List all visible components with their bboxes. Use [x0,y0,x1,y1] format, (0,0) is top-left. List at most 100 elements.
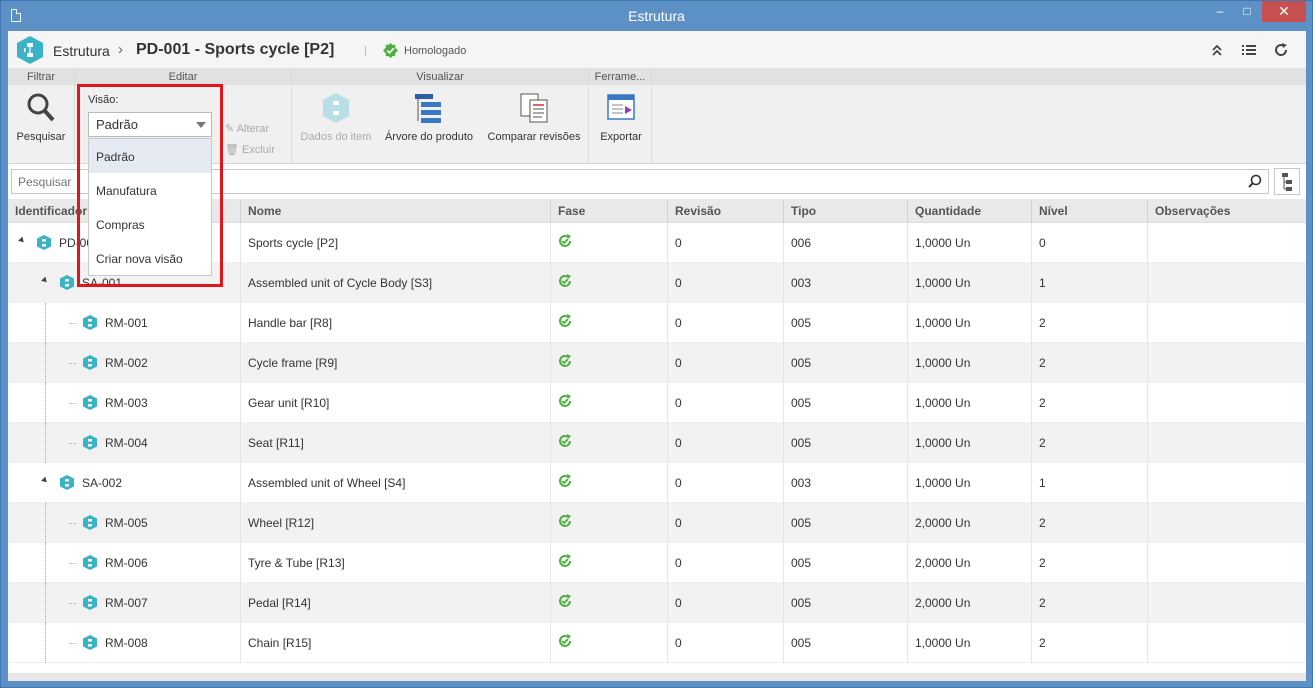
close-button[interactable]: ✕ [1262,1,1306,22]
table-row[interactable]: SA-002 Assembled unit of Wheel [S4] 0 003 1,… [8,463,1306,503]
client-area: Estrutura › PD-001 - Sports cycle [P2] H… [8,31,1306,681]
item-node-icon [83,635,97,650]
cell-name: Chain [R15] [241,623,551,663]
cell-identificador: RM-004 [8,423,241,463]
search-icon[interactable] [1248,174,1262,188]
item-node-icon [60,475,74,490]
tree-guide-line [45,583,46,623]
alterar-button[interactable]: ✎ Alterar [225,122,269,135]
refresh-icon[interactable] [1273,42,1289,58]
cell-identificador: RM-008 [8,623,241,663]
table-row[interactable]: RM-006 Tyre & Tube [R13] 0 005 2,0000 Un 2 [8,543,1306,583]
maximize-button[interactable]: □ [1234,1,1260,22]
col-observacoes[interactable]: Observações [1148,199,1306,223]
cell-name: Seat [R11] [241,423,551,463]
exportar-button[interactable]: Exportar [594,91,648,143]
cell-nivel: 2 [1032,503,1148,543]
col-nome[interactable]: Nome [241,199,551,223]
cell-nivel: 2 [1032,543,1148,583]
breadcrumb-root[interactable]: Estrutura [53,43,110,59]
expand-toggle-icon[interactable] [18,236,26,245]
item-node-icon [37,235,51,250]
expand-toggle-icon[interactable] [41,276,49,285]
table-row[interactable]: RM-007 Pedal [R14] 0 005 2,0000 Un 2 [8,583,1306,623]
group-filtrar-label: Filtrar [8,69,74,85]
cell-obs [1148,423,1306,463]
tree-guide-line [45,543,46,583]
dados-item-label: Dados do item [300,131,372,143]
col-nivel[interactable]: Nível [1032,199,1148,223]
collapse-icon[interactable] [1209,42,1225,58]
dados-item-button[interactable]: Dados do item [298,91,374,143]
cell-fase [551,343,668,383]
tree-guide-line [45,623,46,663]
row-identifier: RM-007 [105,596,148,610]
table-row[interactable]: RM-001 Handle bar [R8] 0 005 1,0000 Un 2 [8,303,1306,343]
cell-obs [1148,463,1306,503]
visao-option-padrao[interactable]: Padrão [89,139,211,173]
cell-rev: 0 [668,503,784,543]
row-identifier: SA-001 [82,276,123,290]
row-identifier: SA-002 [82,476,123,490]
table-row[interactable]: RM-004 Seat [R11] 0 005 1,0000 Un 2 [8,423,1306,463]
cell-fase [551,623,668,663]
cell-fase [551,263,668,303]
cell-qtd: 2,0000 Un [908,503,1032,543]
tree-guide-line [45,383,46,423]
cell-fase [551,583,668,623]
tree-view-button[interactable] [1274,168,1300,195]
table-row[interactable]: RM-002 Cycle frame [R9] 0 005 1,0000 Un 2 [8,343,1306,383]
table-row[interactable]: RM-005 Wheel [R12] 0 005 2,0000 Un 2 [8,503,1306,543]
cell-rev: 0 [668,623,784,663]
header-bar: Estrutura › PD-001 - Sports cycle [P2] H… [8,31,1306,69]
cell-tipo: 005 [784,423,908,463]
visao-option-manufatura[interactable]: Manufatura [89,173,211,207]
col-tipo[interactable]: Tipo [784,199,908,223]
list-menu-icon[interactable] [1241,42,1257,58]
cell-rev: 0 [668,543,784,583]
cell-name: Assembled unit of Cycle Body [S3] [241,263,551,303]
cell-obs [1148,583,1306,623]
compare-revisions-icon [520,93,548,123]
cell-tipo: 005 [784,623,908,663]
row-identifier: RM-001 [105,316,148,330]
check-circle-icon [557,633,573,649]
check-circle-icon [557,433,573,449]
check-circle-icon [557,593,573,609]
col-quantidade[interactable]: Quantidade [908,199,1032,223]
cell-obs [1148,543,1306,583]
tree-guide-line [45,423,46,463]
table-row[interactable]: RM-008 Chain [R15] 0 005 1,0000 Un 2 [8,623,1306,663]
excluir-button[interactable]: 🗑 Excluir [225,143,275,156]
tree-guide-line [69,603,76,604]
arvore-produto-button[interactable]: Árvore do produto [382,91,476,143]
col-fase[interactable]: Fase [551,199,668,223]
table-row[interactable]: RM-003 Gear unit [R10] 0 005 1,0000 Un 2 [8,383,1306,423]
cell-identificador: RM-007 [8,583,241,623]
col-revisao[interactable]: Revisão [668,199,784,223]
cell-qtd: 1,0000 Un [908,623,1032,663]
status-badge: Homologado [404,45,467,57]
cell-tipo: 003 [784,463,908,503]
minimize-button[interactable]: – [1207,1,1233,22]
header-divider [365,46,366,56]
visao-option-compras[interactable]: Compras [89,207,211,241]
cell-name: Assembled unit of Wheel [S4] [241,463,551,503]
comparar-revisoes-button[interactable]: Comparar revisões [484,91,584,143]
comparar-label: Comparar revisões [487,131,581,143]
cell-fase [551,543,668,583]
visao-option-criar-nova[interactable]: Criar nova visão [89,241,211,275]
cell-fase [551,303,668,343]
cell-nivel: 2 [1032,383,1148,423]
cell-obs [1148,343,1306,383]
pesquisar-button[interactable]: Pesquisar [14,91,68,143]
page-title: PD-001 - Sports cycle [P2] [136,41,335,58]
visao-select[interactable]: Padrão [88,112,212,137]
cell-identificador: SA-002 [8,463,241,503]
cell-name: Gear unit [R10] [241,383,551,423]
item-node-icon [83,355,97,370]
expand-toggle-icon[interactable] [41,476,49,485]
tree-view-icon [1282,173,1292,191]
cell-nivel: 1 [1032,463,1148,503]
cell-qtd: 2,0000 Un [908,543,1032,583]
